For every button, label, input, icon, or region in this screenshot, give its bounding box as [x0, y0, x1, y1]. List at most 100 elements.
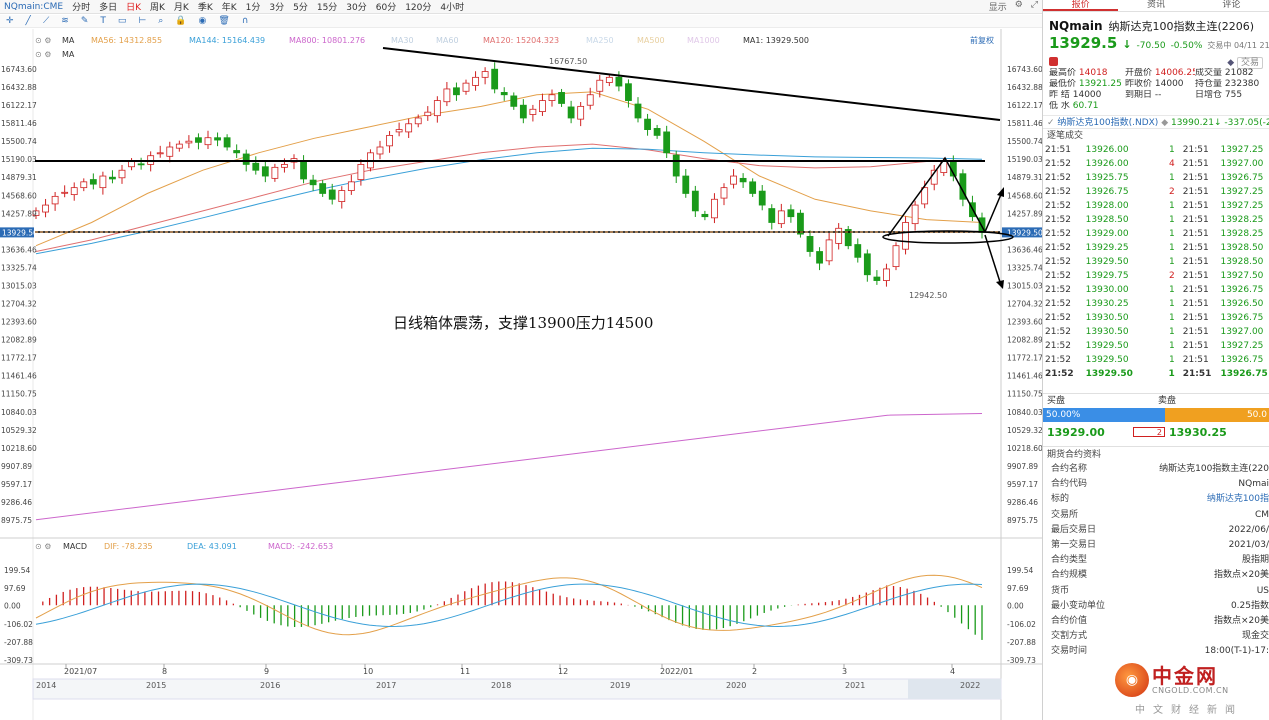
sort-icon[interactable]: ◆	[1161, 118, 1168, 128]
chevron-down-icon[interactable]: ✓	[1047, 118, 1055, 128]
tick-cell: 1	[1169, 145, 1175, 155]
period-tab[interactable]: 3分	[269, 0, 284, 13]
tick-cell: 1	[1169, 341, 1175, 351]
tab-comments[interactable]: 评论	[1194, 0, 1269, 11]
price-tick-right: 13636.46	[1007, 245, 1042, 254]
macd-tick-left: 97.69	[4, 584, 26, 593]
period-tab[interactable]: 周K	[150, 0, 165, 13]
period-tab[interactable]: 5分	[293, 0, 308, 13]
candle-body	[806, 236, 814, 252]
candle-body	[214, 137, 221, 141]
period-tab[interactable]: 季K	[198, 0, 213, 13]
tick-cell: 21:51	[1182, 271, 1209, 281]
dif-legend: DIF: -78.235	[104, 542, 153, 551]
measure-icon[interactable]: ⊢	[138, 16, 146, 26]
period-tab[interactable]: 月K	[174, 0, 189, 13]
price-tick-left: 13929.50	[2, 228, 38, 237]
price-tick-right: 9286.46	[1007, 498, 1038, 507]
navigator-window[interactable]	[908, 679, 1001, 699]
settings-icon[interactable]: ⊙ ⚙	[35, 542, 51, 551]
fib-tool-icon[interactable]: ≋	[61, 16, 69, 26]
x-tick: 4	[950, 667, 955, 676]
discount: 60.71	[1072, 101, 1099, 111]
candle-body	[70, 187, 78, 196]
eye-icon[interactable]: ◉	[199, 16, 207, 26]
candle-body	[596, 79, 604, 92]
shape-tool-icon[interactable]: ▭	[118, 16, 127, 26]
info-value[interactable]: 纳斯达克100指	[1207, 492, 1269, 507]
macd-label: MACD	[63, 542, 87, 551]
settings-icon[interactable]: ⊙ ⚙	[35, 50, 51, 59]
ma144-legend: MA144: 15164.439	[189, 36, 265, 45]
price-tick-left: 10529.32	[1, 426, 37, 435]
period-tab[interactable]: 4小时	[440, 0, 464, 13]
info-key: 合约名称	[1051, 464, 1088, 474]
trash-icon[interactable]: 🗑	[218, 16, 229, 26]
period-tab[interactable]: 年K	[222, 0, 237, 13]
tick-cell: 21:52	[1045, 257, 1071, 267]
zoom-icon[interactable]: ⌕	[158, 16, 163, 26]
ray-tool-icon[interactable]: ⟋	[43, 16, 49, 26]
period-tab[interactable]: 1分	[246, 0, 261, 13]
tick-cell: 13926.00	[1085, 159, 1129, 169]
period-tab-active[interactable]: 日K	[126, 0, 141, 13]
tick-row: 21:52 13928.00 1 21:51 13927.25	[1043, 199, 1269, 213]
text-tool-icon[interactable]: T	[100, 16, 106, 26]
tick-cell: 13930.50	[1085, 313, 1129, 323]
tick-row: 21:52 13929.75 2 21:51 13927.50	[1043, 269, 1269, 283]
x-tick: 2022/01	[660, 667, 693, 676]
ask-ratio-bar: 50.0	[1165, 408, 1269, 422]
trade-button[interactable]: ◆ 交易	[1227, 55, 1263, 69]
flag-icon[interactable]	[1049, 56, 1058, 66]
bid-ratio-bar: 50.00%	[1043, 408, 1165, 422]
price-tick-left: 15190.03	[1, 155, 37, 164]
macd-tick-right: 0.00	[1007, 601, 1024, 610]
candle-body	[701, 213, 709, 218]
candle-body	[309, 179, 317, 186]
price-tick-left: 15811.46	[1, 119, 37, 128]
line-tool-icon[interactable]: ╱	[26, 16, 31, 26]
candle-body	[453, 87, 460, 96]
macd-tick-left: -207.88	[4, 638, 33, 647]
candle-body	[730, 175, 737, 185]
low-label: 12942.50	[909, 291, 947, 300]
settings-icon[interactable]: ⊙ ⚙	[35, 36, 51, 45]
period-tab[interactable]: 120分	[405, 0, 431, 13]
tick-row: 21:52 13929.50 1 21:51 13926.75	[1043, 353, 1269, 367]
candle-body	[749, 181, 757, 194]
tab-news[interactable]: 资讯	[1118, 0, 1193, 11]
pen-tool-icon[interactable]: ✎	[81, 16, 89, 26]
period-tab[interactable]: 30分	[346, 0, 366, 13]
crosshair-icon[interactable]: ✛	[6, 16, 14, 26]
period-tab[interactable]: 多日	[99, 0, 117, 13]
candle-body	[491, 68, 499, 90]
price-tick-left: 16432.88	[1, 83, 37, 92]
tab-quote[interactable]: 报价	[1043, 0, 1119, 11]
fullscreen-icon[interactable]: ⤢	[1031, 0, 1038, 13]
price-tick-left: 8975.75	[1, 516, 32, 525]
index-row[interactable]: ✓ 纳斯达克100指数(.NDX) ◆ 13990.21↓ -337.05(-2…	[1043, 115, 1269, 129]
candle-body	[625, 83, 632, 101]
info-value: CM	[1254, 509, 1269, 520]
lock-icon[interactable]: 🔒	[175, 16, 186, 26]
fuquan-button[interactable]: 前复权	[970, 35, 994, 45]
period-tab[interactable]: 分时	[72, 0, 90, 13]
tick-cell: 21:51	[1182, 201, 1209, 211]
period-tab[interactable]: 15分	[317, 0, 337, 13]
kline-chart[interactable]: 16743.60 16743.60 16432.88 16432.88 16122.17…	[0, 29, 1042, 720]
tick-cell: 13928.00	[1085, 201, 1129, 211]
bookmark-icon[interactable]: ◆	[1227, 58, 1234, 68]
settings-icon[interactable]: ⚙	[1015, 0, 1023, 13]
price-tick-right: 15500.74	[1007, 137, 1042, 146]
period-tab[interactable]: 60分	[376, 0, 396, 13]
display-menu[interactable]: 显示	[989, 0, 1007, 13]
index-name[interactable]: 纳斯达克100指数(.NDX)	[1057, 118, 1158, 128]
magnet-icon[interactable]: ∩	[242, 16, 249, 26]
candle-body	[395, 129, 403, 133]
dif-line	[35, 574, 983, 636]
symbol-label[interactable]: NQmain:CME	[4, 2, 63, 12]
tick-cell: 13929.25	[1085, 243, 1129, 253]
candle-body	[519, 104, 527, 119]
info-row: 交易时间 18:00(T-1)-17:	[1043, 644, 1269, 659]
candle-body	[883, 268, 890, 281]
